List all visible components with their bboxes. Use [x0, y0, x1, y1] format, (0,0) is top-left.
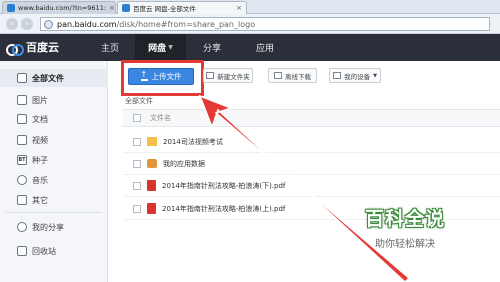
image-icon — [17, 95, 27, 105]
sidebar-item-videos[interactable]: 视频 — [0, 131, 108, 149]
sidebar-divider — [6, 212, 102, 213]
watermark: 百科全说 助你轻松解决 — [340, 204, 470, 250]
watermark-subtitle: 助你轻松解决 — [375, 239, 435, 250]
app-data-icon — [147, 159, 157, 168]
browser-tab-pan[interactable]: 百度云 网盘-全部文件 × — [117, 1, 247, 14]
row-checkbox[interactable] — [133, 204, 141, 213]
close-icon[interactable]: × — [109, 4, 115, 12]
sidebar-item-label: 回收站 — [32, 246, 56, 256]
browser-tab-baidu[interactable]: www.baidu.com/?tn=9611: × — [2, 1, 116, 14]
sidebar-item-label: 其它 — [32, 195, 48, 205]
logo-text: 百度云 — [26, 41, 59, 54]
nav-share[interactable]: 分享 — [190, 34, 234, 61]
folder-add-icon — [206, 72, 215, 79]
row-checkbox[interactable] — [133, 181, 141, 190]
file-icon — [17, 73, 27, 83]
back-icon[interactable]: ‹ — [6, 18, 18, 30]
sidebar-item-other[interactable]: 其它 — [0, 191, 108, 209]
table-row[interactable]: 2014司法视频考试 — [123, 131, 500, 153]
video-icon — [17, 135, 27, 145]
sidebar-item-music[interactable]: 音乐 — [0, 171, 108, 189]
file-name[interactable]: 2014年指南针刑法攻略-柏浪涛(上).pdf — [162, 204, 285, 214]
url-host: pan.baidu.com — [57, 19, 117, 29]
highlight-box — [121, 60, 204, 96]
chevron-down-icon: ▼ — [373, 72, 377, 79]
baidu-cloud-logo[interactable]: 百度云 — [6, 39, 59, 56]
my-device-button[interactable]: 我的设备 ▼ — [329, 68, 381, 83]
watermark-title: 百科全说 — [364, 208, 445, 230]
browser-tab-title: www.baidu.com/?tn=9611: — [18, 4, 107, 12]
device-icon — [333, 72, 342, 79]
music-icon — [17, 175, 27, 185]
sidebar-item-recycle-bin[interactable]: 回收站 — [0, 242, 108, 260]
pdf-icon — [147, 180, 156, 191]
sidebar-item-all-files[interactable]: 全部文件 — [0, 69, 108, 87]
pdf-icon — [147, 203, 156, 214]
document-icon — [17, 114, 27, 124]
file-name[interactable]: 2014司法视频考试 — [163, 137, 223, 147]
trash-icon — [17, 246, 27, 256]
share-icon — [17, 222, 27, 232]
bt-icon: BT — [17, 155, 27, 165]
globe-icon — [44, 20, 53, 29]
sidebar-item-label: 我的分享 — [32, 222, 64, 232]
chevron-down-icon: ▼ — [168, 44, 173, 51]
table-header: 文件名 — [123, 109, 500, 127]
cloud-logo-icon — [6, 42, 24, 56]
nav-label: 主页 — [100, 44, 119, 54]
url-input[interactable]: pan.baidu.com/disk/home#from=share_pan_l… — [40, 17, 490, 31]
sidebar-item-my-share[interactable]: 我的分享 — [0, 218, 108, 236]
nav-label: 分享 — [202, 44, 221, 54]
file-name[interactable]: 我的应用数据 — [163, 159, 205, 169]
browser-tab-bar: www.baidu.com/?tn=9611: × 百度云 网盘-全部文件 × — [0, 0, 500, 14]
sidebar-item-label: 文档 — [32, 114, 48, 124]
forward-icon[interactable]: › — [21, 18, 33, 30]
sidebar-item-label: 种子 — [32, 155, 48, 165]
address-bar: ‹ › pan.baidu.com/disk/home#from=share_p… — [0, 14, 500, 34]
select-all-checkbox[interactable] — [133, 114, 141, 122]
nav-netdisk[interactable]: 网盘 ▼ — [135, 34, 186, 61]
other-icon — [17, 195, 27, 205]
column-header-filename[interactable]: 文件名 — [150, 113, 171, 123]
sidebar-item-label: 图片 — [32, 95, 48, 105]
sidebar: 全部文件 图片 文档 视频 BT 种子 音乐 其它 我的分享 回收站 — [0, 61, 108, 282]
browser-tab-title: 百度云 网盘-全部文件 — [133, 5, 196, 13]
row-checkbox[interactable] — [133, 159, 141, 168]
new-folder-button[interactable]: 新建文件夹 — [203, 68, 253, 83]
app-header: 百度云 主页 网盘 ▼ 分享 应用 — [0, 34, 500, 61]
file-name[interactable]: 2014年指南针刑法攻略-柏浪涛(下).pdf — [162, 181, 285, 191]
close-icon[interactable]: × — [236, 4, 242, 12]
row-checkbox[interactable] — [133, 137, 141, 146]
url-path: /disk/home#from=share_pan_logo — [116, 19, 256, 29]
nav-label: 网盘 — [148, 44, 167, 54]
nav-home[interactable]: 主页 — [88, 34, 132, 61]
new-folder-label: 新建文件夹 — [217, 72, 250, 81]
sidebar-item-images[interactable]: 图片 — [0, 91, 108, 109]
download-icon — [274, 72, 282, 79]
baidu-cloud-favicon-icon — [122, 4, 130, 12]
sidebar-item-label: 全部文件 — [32, 73, 64, 83]
offline-download-button[interactable]: 离线下载 — [268, 68, 317, 83]
nav-apps[interactable]: 应用 — [243, 34, 287, 61]
my-device-label: 我的设备 — [344, 72, 371, 81]
nav-label: 应用 — [255, 44, 274, 54]
folder-icon — [147, 137, 157, 146]
sidebar-item-documents[interactable]: 文档 — [0, 110, 108, 128]
breadcrumb: 全部文件 — [125, 97, 153, 105]
sidebar-item-label: 音乐 — [32, 175, 48, 185]
baidu-favicon-icon — [7, 4, 15, 12]
sidebar-item-label: 视频 — [32, 135, 48, 145]
offline-download-label: 离线下载 — [285, 72, 311, 81]
table-row[interactable]: 2014年指南针刑法攻略-柏浪涛(下).pdf — [123, 175, 500, 197]
sidebar-item-torrents[interactable]: BT 种子 — [0, 151, 108, 169]
table-row[interactable]: 我的应用数据 — [123, 153, 500, 175]
